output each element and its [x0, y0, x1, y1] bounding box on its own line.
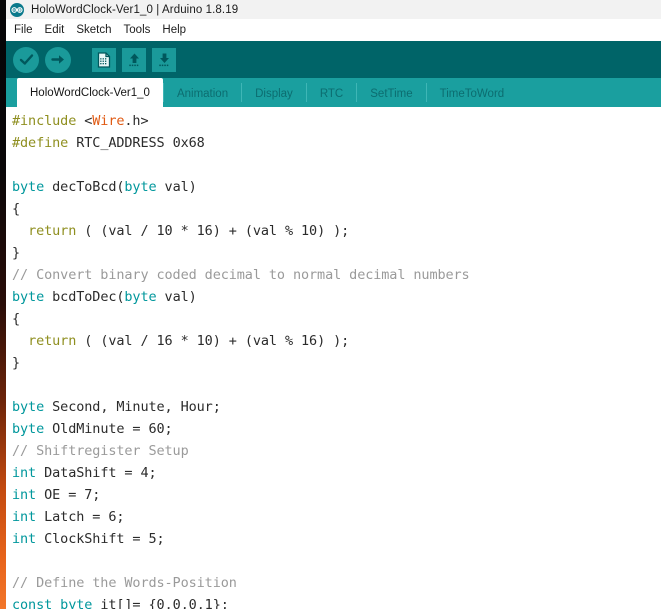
menu-item-edit[interactable]: Edit [45, 24, 72, 36]
window-title: HoloWordClock-Ver1_0 | Arduino 1.8.19 [31, 3, 239, 16]
code-token: byte [124, 289, 157, 305]
title-bar: HoloWordClock-Ver1_0 | Arduino 1.8.19 [6, 0, 661, 19]
code-line: #include <Wire.h> [12, 110, 661, 132]
verify-button[interactable] [13, 46, 39, 73]
code-token: ClockShift = 5; [36, 531, 165, 547]
code-token: byte [124, 179, 157, 195]
sketch-tab-bar: HoloWordClock-Ver1_0 Animation Display R… [6, 78, 661, 107]
menu-item-file[interactable]: File [14, 24, 40, 36]
code-token: return [28, 333, 77, 349]
code-token: ( (val / 16 * 10) + (val % 16) ); [76, 333, 350, 349]
code-line: const byte it[]= {0,0,0,1}; [12, 594, 661, 609]
arrow-right-icon [51, 53, 65, 66]
code-token: int [12, 531, 37, 547]
code-token: #include [12, 113, 85, 129]
code-line: { [12, 308, 661, 330]
tab-display[interactable]: Display [242, 80, 306, 107]
tab-rtc[interactable]: RTC [307, 80, 356, 107]
arrow-down-icon [157, 52, 172, 68]
code-token: int [12, 509, 37, 525]
code-token: { [12, 311, 21, 327]
code-token: DataShift = 4; [36, 465, 157, 481]
code-token: Second, Minute, Hour; [44, 399, 221, 415]
tab-animation[interactable]: Animation [164, 80, 241, 107]
code-line: byte OldMinute = 60; [12, 418, 661, 440]
arrow-up-icon [127, 52, 142, 68]
code-line: // Define the Words-Position [12, 572, 661, 594]
menu-bar: File Edit Sketch Tools Help [6, 19, 661, 41]
save-sketch-button[interactable] [152, 47, 176, 72]
code-line: int ClockShift = 5; [12, 528, 661, 550]
code-token: #define [12, 135, 77, 151]
code-line: } [12, 242, 661, 264]
code-token: byte [12, 289, 45, 305]
code-token: } [12, 245, 21, 261]
code-token: .h> [124, 113, 149, 129]
code-token: int [12, 487, 37, 503]
code-token: // Convert binary coded decimal to norma… [12, 267, 470, 283]
code-line: return ( (val / 10 * 16) + (val % 10) ); [12, 220, 661, 242]
code-token: byte [12, 399, 45, 415]
code-token: byte [12, 421, 45, 437]
code-editor[interactable]: #include <Wire.h> #define RTC_ADDRESS 0x6… [6, 107, 661, 609]
code-line: int Latch = 6; [12, 506, 661, 528]
code-line: byte decToBcd(byte val) [12, 176, 661, 198]
code-line: byte Second, Minute, Hour; [12, 396, 661, 418]
menu-item-help[interactable]: Help [162, 24, 193, 36]
menu-item-tools[interactable]: Tools [124, 24, 158, 36]
code-token: ( (val / 10 * 16) + (val % 10) ); [76, 223, 350, 239]
new-file-icon [97, 51, 111, 68]
code-token: int [12, 465, 37, 481]
new-sketch-button[interactable] [92, 47, 116, 72]
code-line: // Shiftregister Setup [12, 440, 661, 462]
code-token: OldMinute = 60; [44, 421, 173, 437]
code-token: Wire [92, 113, 125, 129]
open-sketch-button[interactable] [122, 47, 146, 72]
tab-settime[interactable]: SetTime [357, 80, 425, 107]
code-token: // Define the Words-Position [12, 575, 237, 591]
code-line: byte bcdToDec(byte val) [12, 286, 661, 308]
code-token: val) [156, 289, 197, 305]
code-token: RTC_ADDRESS 0x68 [76, 135, 205, 151]
code-token: bcdToDec( [44, 289, 125, 305]
code-token: OE = 7; [36, 487, 101, 503]
code-token: { [12, 201, 21, 217]
code-line: // Convert binary coded decimal to norma… [12, 264, 661, 286]
code-line: #define RTC_ADDRESS 0x68 [12, 132, 661, 154]
code-token: const [12, 597, 53, 609]
menu-item-sketch[interactable]: Sketch [76, 24, 118, 36]
code-token: decToBcd( [44, 179, 125, 195]
arduino-ide-window: HoloWordClock-Ver1_0 | Arduino 1.8.19 Fi… [6, 0, 661, 609]
code-token: // Shiftregister Setup [12, 443, 189, 459]
tab-timetoword[interactable]: TimeToWord [427, 80, 518, 107]
source-code-text[interactable]: #include <Wire.h> #define RTC_ADDRESS 0x6… [12, 110, 661, 609]
code-line: { [12, 198, 661, 220]
code-token: Latch = 6; [36, 509, 125, 525]
code-token: it[]= {0,0,0,1}; [92, 597, 229, 609]
toolbar [6, 41, 661, 78]
code-token: val) [156, 179, 197, 195]
code-token: return [28, 223, 77, 239]
code-token: } [12, 355, 21, 371]
code-token: byte [60, 597, 93, 609]
arduino-infinity-icon [10, 2, 24, 17]
code-token: byte [12, 179, 45, 195]
upload-button[interactable] [45, 46, 71, 73]
code-line: return ( (val / 16 * 10) + (val % 16) ); [12, 330, 661, 352]
code-line: int OE = 7; [12, 484, 661, 506]
code-line: int DataShift = 4; [12, 462, 661, 484]
code-line: } [12, 352, 661, 374]
tab-holowordclock-ver1-0[interactable]: HoloWordClock-Ver1_0 [17, 78, 163, 107]
checkmark-icon [19, 53, 34, 66]
